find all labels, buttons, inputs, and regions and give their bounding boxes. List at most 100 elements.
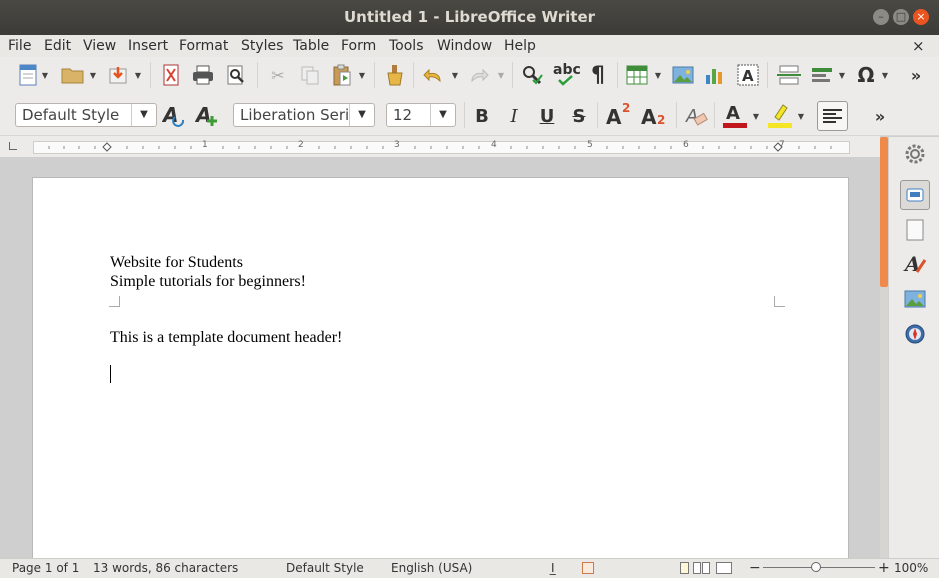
font-color-button[interactable]: A xyxy=(722,103,750,129)
zoom-level[interactable]: 100% xyxy=(894,558,928,578)
maximize-button[interactable]: □ xyxy=(893,9,909,25)
print-icon[interactable] xyxy=(191,63,215,87)
open-dropdown-icon[interactable]: ▼ xyxy=(89,63,97,87)
menu-edit[interactable]: Edit xyxy=(44,35,71,57)
menu-form[interactable]: Form xyxy=(341,35,376,57)
scrollbar-thumb[interactable] xyxy=(880,137,888,287)
gallery-icon[interactable] xyxy=(903,287,927,311)
paragraph-style-combo[interactable]: Default Style ▼ xyxy=(15,103,157,127)
single-page-view-icon[interactable] xyxy=(680,562,689,574)
insert-textbox-icon[interactable]: A xyxy=(736,63,760,87)
insert-image-icon[interactable] xyxy=(671,63,695,87)
print-preview-icon[interactable] xyxy=(224,63,248,87)
menu-insert[interactable]: Insert xyxy=(128,35,168,57)
find-replace-icon[interactable] xyxy=(520,63,544,87)
tab-type-icon[interactable] xyxy=(9,142,17,150)
word-count[interactable]: 13 words, 86 characters xyxy=(93,558,238,578)
header-line-1[interactable]: Website for Students xyxy=(110,254,243,272)
cut-icon[interactable]: ✂ xyxy=(266,63,290,87)
highlight-dropdown-icon[interactable]: ▼ xyxy=(797,104,805,128)
styles-icon[interactable]: A xyxy=(903,252,927,276)
italic-button[interactable]: I xyxy=(502,104,526,128)
menu-format[interactable]: Format xyxy=(179,35,228,57)
book-view-icon[interactable] xyxy=(716,562,732,574)
redo-icon[interactable] xyxy=(467,63,491,87)
undo-dropdown-icon[interactable]: ▼ xyxy=(451,63,459,87)
toolbar-separator xyxy=(714,102,715,128)
ruler-number: 7 xyxy=(779,140,785,150)
page-break-icon[interactable] xyxy=(777,63,801,87)
header-line-2[interactable]: Simple tutorials for beginners! xyxy=(110,273,306,291)
spellcheck-icon[interactable]: abc xyxy=(551,62,581,88)
menu-styles[interactable]: Styles xyxy=(241,35,283,57)
close-document-icon[interactable]: × xyxy=(912,35,925,57)
chevron-down-icon[interactable]: ▼ xyxy=(430,104,455,126)
new-dropdown-icon[interactable]: ▼ xyxy=(41,63,49,87)
menu-help[interactable]: Help xyxy=(504,35,536,57)
properties-icon[interactable] xyxy=(903,142,927,166)
menu-file[interactable]: File xyxy=(8,35,31,57)
toolbar-separator xyxy=(150,62,151,88)
page-count[interactable]: Page 1 of 1 xyxy=(12,558,79,578)
document-page[interactable]: Website for Students Simple tutorials fo… xyxy=(32,177,849,577)
undo-icon[interactable] xyxy=(421,63,445,87)
update-style-icon[interactable]: A xyxy=(162,104,186,128)
align-left-button[interactable] xyxy=(817,101,848,131)
menu-window[interactable]: Window xyxy=(437,35,492,57)
open-folder-icon[interactable] xyxy=(61,63,85,87)
export-pdf-icon[interactable] xyxy=(159,63,183,87)
toolbar-overflow-icon[interactable]: » xyxy=(904,63,928,87)
close-button[interactable]: × xyxy=(913,9,929,25)
document-modified-icon[interactable] xyxy=(582,562,594,574)
clone-formatting-icon[interactable] xyxy=(383,63,407,87)
formatting-overflow-icon[interactable]: » xyxy=(868,104,892,128)
zoom-out-button[interactable]: − xyxy=(749,558,761,578)
new-document-icon[interactable] xyxy=(16,63,40,87)
new-style-icon[interactable]: A xyxy=(195,104,219,128)
special-character-icon[interactable]: Ω xyxy=(854,63,878,87)
menu-table[interactable]: Table xyxy=(293,35,329,57)
toolbar-separator xyxy=(512,62,513,88)
paste-dropdown-icon[interactable]: ▼ xyxy=(358,63,366,87)
field-dropdown-icon[interactable]: ▼ xyxy=(838,63,846,87)
font-color-dropdown-icon[interactable]: ▼ xyxy=(752,104,760,128)
strikethrough-button[interactable]: S xyxy=(567,104,591,128)
ruler-bar[interactable]: 1 2 3 4 5 6 7 xyxy=(33,140,850,154)
subscript-button[interactable]: A 2 xyxy=(641,103,669,129)
multi-page-view-icon[interactable] xyxy=(693,562,711,574)
navigator-icon[interactable] xyxy=(903,322,927,346)
table-dropdown-icon[interactable]: ▼ xyxy=(654,63,662,87)
zoom-slider-thumb[interactable] xyxy=(811,562,821,572)
clear-formatting-icon[interactable]: A xyxy=(684,104,708,128)
redo-dropdown-icon[interactable]: ▼ xyxy=(497,63,505,87)
formatting-marks-icon[interactable]: ¶ xyxy=(586,63,610,88)
selection-mode-icon[interactable]: I̲ xyxy=(551,558,555,578)
chevron-down-icon[interactable]: ▼ xyxy=(349,104,374,126)
underline-button[interactable]: U xyxy=(535,104,559,128)
toolbar-separator xyxy=(617,62,618,88)
body-line-1[interactable]: This is a template document header! xyxy=(110,329,342,347)
minimize-button[interactable]: – xyxy=(873,9,889,25)
status-page-style[interactable]: Default Style xyxy=(286,558,364,578)
highlight-button[interactable] xyxy=(767,103,795,129)
zoom-in-button[interactable]: + xyxy=(878,558,890,578)
insert-chart-icon[interactable] xyxy=(703,63,727,87)
insert-table-icon[interactable] xyxy=(625,63,649,87)
font-size-combo[interactable]: 12 ▼ xyxy=(386,103,456,127)
copy-icon[interactable] xyxy=(298,63,322,87)
menu-view[interactable]: View xyxy=(83,35,116,57)
save-icon[interactable] xyxy=(106,63,130,87)
save-dropdown-icon[interactable]: ▼ xyxy=(134,63,142,87)
special-char-dropdown-icon[interactable]: ▼ xyxy=(881,63,889,87)
menu-tools[interactable]: Tools xyxy=(389,35,424,57)
paste-icon[interactable] xyxy=(330,63,354,87)
bold-button[interactable]: B xyxy=(470,104,494,128)
sidebar-properties-tab[interactable] xyxy=(900,180,930,210)
window-title: Untitled 1 - LibreOffice Writer xyxy=(343,8,596,26)
insert-field-icon[interactable] xyxy=(810,63,834,87)
font-name-combo[interactable]: Liberation Serif ▼ xyxy=(233,103,375,127)
status-language[interactable]: English (USA) xyxy=(391,558,472,578)
chevron-down-icon[interactable]: ▼ xyxy=(131,104,156,126)
superscript-button[interactable]: A 2 xyxy=(606,101,634,129)
page-icon[interactable] xyxy=(903,218,927,242)
